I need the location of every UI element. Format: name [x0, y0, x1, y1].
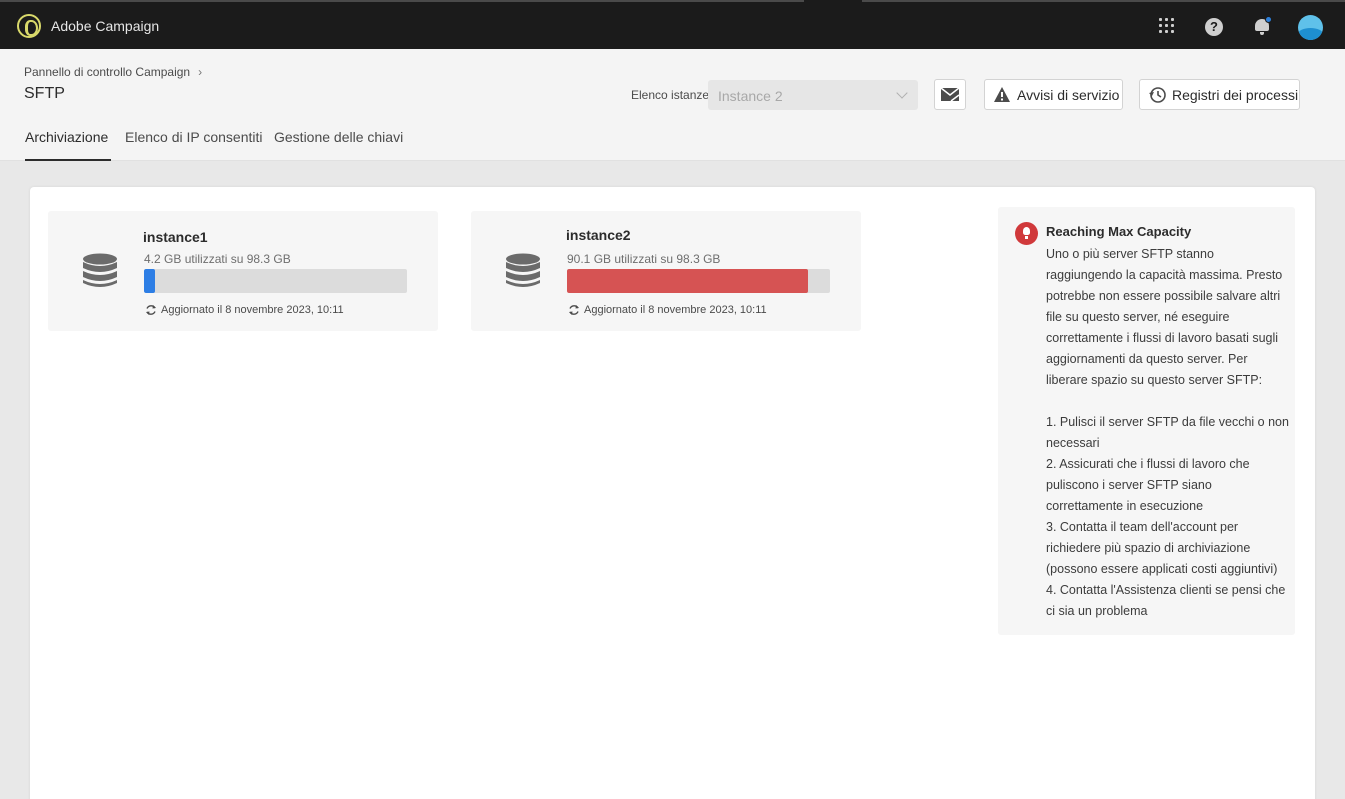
- capacity-alert: Reaching Max Capacity Uno o più server S…: [998, 207, 1295, 635]
- breadcrumb-link[interactable]: Pannello di controllo Campaign: [24, 65, 190, 79]
- storage-progress-fill: [567, 269, 809, 293]
- bell-icon[interactable]: [1253, 16, 1272, 35]
- notification-dot: [1265, 16, 1272, 23]
- top-bar: Adobe Campaign ?: [0, 0, 1345, 49]
- process-logs-button[interactable]: Registri dei processi: [1139, 79, 1300, 110]
- alert-intro: Uno o più server SFTP stanno raggiungend…: [1046, 247, 1283, 387]
- alert-step: 2. Assicurati che i flussi di lavoro che…: [1046, 457, 1250, 513]
- lightbulb-icon: [1015, 222, 1038, 245]
- page-title: SFTP: [24, 85, 65, 102]
- alert-step: 1. Pulisci il server SFTP da file vecchi…: [1046, 415, 1289, 450]
- service-alerts-button[interactable]: Avvisi di servizio: [984, 79, 1123, 110]
- mail-icon: [940, 87, 960, 102]
- instance-name: instance2: [566, 227, 631, 243]
- warning-icon: [994, 87, 1010, 102]
- app-title[interactable]: Adobe Campaign: [51, 18, 159, 34]
- page-header: Pannello di controllo Campaign › SFTP Ele…: [0, 49, 1345, 161]
- alert-body: Uno o più server SFTP stanno raggiungend…: [1046, 244, 1292, 622]
- instance-select-value: Instance 2: [718, 88, 783, 104]
- help-icon[interactable]: ?: [1205, 18, 1223, 36]
- instance-select[interactable]: Instance 2: [708, 80, 918, 110]
- grid-icon[interactable]: [1156, 15, 1178, 37]
- database-icon: [506, 253, 540, 287]
- email-alert-button[interactable]: [934, 79, 966, 110]
- refresh-icon[interactable]: [568, 304, 580, 316]
- storage-usage-text: 90.1 GB utilizzati su 98.3 GB: [567, 252, 721, 266]
- alert-title: Reaching Max Capacity: [1046, 224, 1192, 239]
- storage-panel: instance1 4.2 GB utilizzati su 98.3 GB A…: [30, 187, 1315, 799]
- instance-card: instance1 4.2 GB utilizzati su 98.3 GB A…: [48, 211, 438, 331]
- service-alerts-label: Avvisi di servizio: [1017, 87, 1120, 103]
- alert-step: 4. Contatta l'Assistenza clienti se pens…: [1046, 583, 1286, 618]
- breadcrumb[interactable]: Pannello di controllo Campaign ›: [24, 65, 202, 79]
- storage-progress-bar: [567, 269, 830, 293]
- instance-name: instance1: [143, 229, 208, 245]
- adobe-campaign-logo[interactable]: [17, 14, 41, 38]
- instance-list-label: Elenco istanze: [631, 88, 710, 102]
- refresh-icon[interactable]: [145, 304, 157, 316]
- tab-ip-allow-list[interactable]: Elenco di IP consentiti: [125, 129, 263, 145]
- instance-card: instance2 90.1 GB utilizzati su 98.3 GB …: [471, 211, 861, 331]
- chevron-down-icon: [896, 87, 908, 99]
- storage-progress-fill: [144, 269, 156, 293]
- tab-key-management[interactable]: Gestione delle chiavi: [274, 129, 403, 145]
- tab-storage[interactable]: Archiviazione: [25, 129, 112, 161]
- last-updated-text: Aggiornato il 8 novembre 2023, 10:11: [584, 304, 767, 316]
- last-updated-text: Aggiornato il 8 novembre 2023, 10:11: [161, 304, 344, 316]
- alert-step: 3. Contatta il team dell'account per ric…: [1046, 520, 1278, 576]
- chevron-right-icon: ›: [198, 65, 203, 79]
- database-icon: [83, 253, 117, 287]
- process-logs-label: Registri dei processi: [1172, 87, 1299, 103]
- avatar[interactable]: [1298, 15, 1323, 40]
- storage-progress-bar: [144, 269, 407, 293]
- storage-usage-text: 4.2 GB utilizzati su 98.3 GB: [144, 252, 291, 266]
- history-icon: [1149, 87, 1166, 103]
